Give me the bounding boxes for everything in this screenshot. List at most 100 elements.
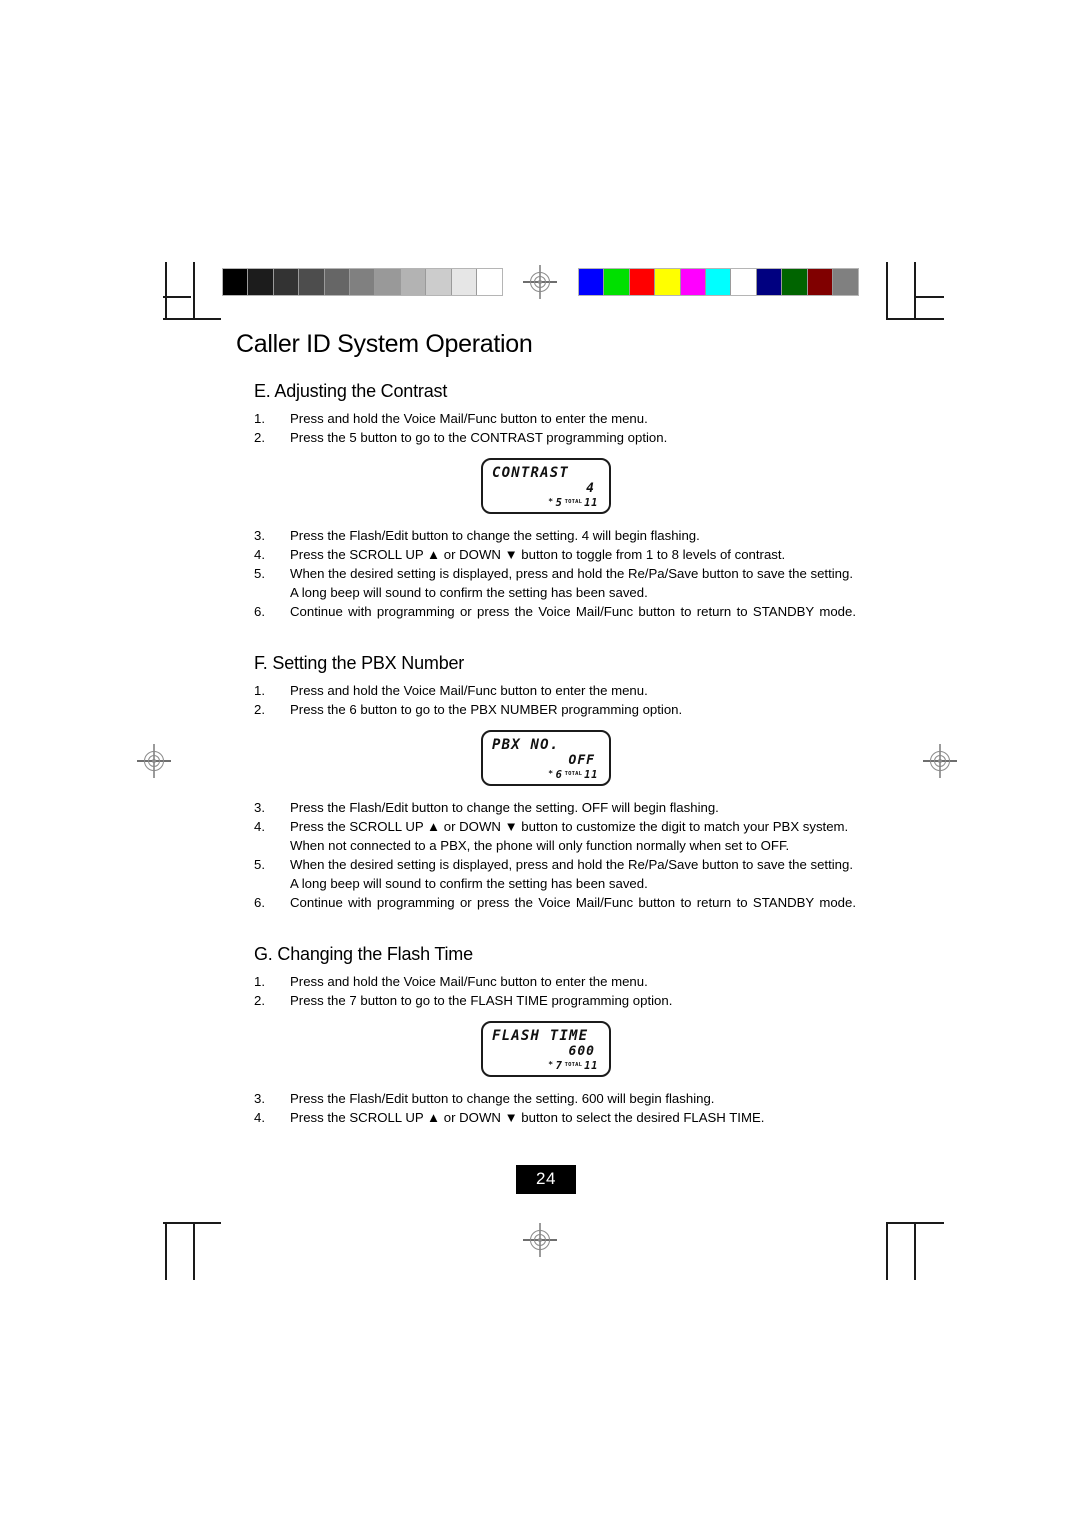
lcd-illustration-wrapper: FLASH TIME 600 * 7 TOTAL 11 xyxy=(236,1021,856,1077)
step-text: Press the Flash/Edit button to change th… xyxy=(290,528,700,543)
lcd-total-label: TOTAL xyxy=(564,771,583,777)
step-item: 4. Press the SCROLL UP ▲ or DOWN ▼ button… xyxy=(254,545,856,564)
grayscale-step-wedge xyxy=(222,268,504,296)
page-footer: 24 xyxy=(236,1165,856,1194)
step-number: 6. xyxy=(254,604,265,619)
section-heading: G. Changing the Flash Time xyxy=(254,944,473,964)
color-swatch-5 xyxy=(705,269,732,295)
registration-target-left-center xyxy=(137,744,171,778)
step-number: 2. xyxy=(254,430,265,445)
step-number: 5. xyxy=(254,857,265,872)
lcd-total-label: TOTAL xyxy=(564,499,583,505)
grayscale-swatch-10 xyxy=(476,269,503,295)
lcd-line-index: * 7 TOTAL 11 xyxy=(548,1058,598,1072)
sections-container: E. Adjusting the Contrast 1. Press and hol… xyxy=(236,381,856,1127)
step-text: Press the SCROLL UP ▲ or DOWN ▼ button t… xyxy=(290,819,849,853)
step-list: 3. Press the Flash/Edit button to change … xyxy=(254,1089,856,1127)
step-item: 2. Press the 5 button to go to the CONTRA… xyxy=(254,428,856,447)
step-number: 3. xyxy=(254,1091,265,1106)
grayscale-swatch-8 xyxy=(426,269,452,295)
lcd-line-primary: CONTRAST xyxy=(492,465,570,481)
grayscale-swatch-4 xyxy=(324,269,350,295)
step-text: Continue with programming or press the V… xyxy=(290,604,856,619)
page-content: Caller ID System Operation E. Adjusting … xyxy=(236,330,856,1194)
step-list: 1. Press and hold the Voice Mail/Func but… xyxy=(254,409,856,447)
step-item: 6. Continue with programming or press the… xyxy=(254,602,856,640)
step-number: 3. xyxy=(254,528,265,543)
step-number: 4. xyxy=(254,547,265,562)
grayscale-swatch-5 xyxy=(349,269,376,295)
color-swatch-7 xyxy=(756,269,783,295)
step-text: Press the SCROLL UP ▲ or DOWN ▼ button t… xyxy=(290,547,786,562)
step-text: Press the 6 button to go to the PBX NUMB… xyxy=(290,702,683,717)
lcd-total-label: TOTAL xyxy=(564,1062,583,1068)
page-title: Caller ID System Operation xyxy=(236,330,533,358)
lcd-line-value: OFF xyxy=(568,753,595,768)
step-number: 6. xyxy=(254,895,265,910)
step-number: 4. xyxy=(254,819,265,834)
step-list: 1. Press and hold the Voice Mail/Func but… xyxy=(254,681,856,719)
step-text: Press and hold the Voice Mail/Func butto… xyxy=(290,974,648,989)
section-heading: E. Adjusting the Contrast xyxy=(254,381,448,401)
grayscale-swatch-7 xyxy=(400,269,427,295)
color-swatch-0 xyxy=(579,269,605,295)
step-list: 1. Press and hold the Voice Mail/Func but… xyxy=(254,972,856,1010)
color-swatch-2 xyxy=(629,269,656,295)
lcd-line-value: 600 xyxy=(568,1044,595,1059)
step-number: 2. xyxy=(254,993,265,1008)
lcd-line-index: * 6 TOTAL 11 xyxy=(548,767,598,781)
step-number: 3. xyxy=(254,800,265,815)
color-swatch-10 xyxy=(832,269,859,295)
lcd-line-primary: PBX NO. xyxy=(492,737,560,753)
lcd-line-primary: FLASH TIME xyxy=(492,1028,589,1044)
manual-section: E. Adjusting the Contrast 1. Press and hol… xyxy=(236,381,856,640)
step-text: Press the 7 button to go to the FLASH TI… xyxy=(290,993,673,1008)
lcd-illustration-wrapper: CONTRAST 4 * 5 TOTAL 11 xyxy=(236,458,856,514)
step-text: Continue with programming or press the V… xyxy=(290,895,856,910)
registration-target-right-center xyxy=(923,744,957,778)
lcd-star-icon: * xyxy=(548,497,554,506)
step-list: 3. Press the Flash/Edit button to change … xyxy=(254,526,856,640)
step-item: 1. Press and hold the Voice Mail/Func but… xyxy=(254,972,856,991)
lcd-index-number: 7 xyxy=(555,1060,563,1072)
step-number: 2. xyxy=(254,702,265,717)
grayscale-swatch-2 xyxy=(273,269,300,295)
step-text: Press the Flash/Edit button to change th… xyxy=(290,800,719,815)
step-item: 1. Press and hold the Voice Mail/Func but… xyxy=(254,681,856,700)
step-item: 4. Press the SCROLL UP ▲ or DOWN ▼ button… xyxy=(254,817,856,855)
step-item: 6. Continue with programming or press the… xyxy=(254,893,856,931)
registration-target-top-center xyxy=(523,265,557,299)
lcd-total-value: 11 xyxy=(584,1060,598,1072)
step-item: 2. Press the 6 button to go to the PBX NU… xyxy=(254,700,856,719)
step-number: 1. xyxy=(254,974,265,989)
step-item: 3. Press the Flash/Edit button to change … xyxy=(254,526,856,545)
section-heading: F. Setting the PBX Number xyxy=(254,653,465,673)
color-swatch-6 xyxy=(731,269,757,295)
step-number: 4. xyxy=(254,1110,265,1125)
step-number: 1. xyxy=(254,683,265,698)
step-text: Press and hold the Voice Mail/Func butto… xyxy=(290,683,648,698)
lcd-index-number: 6 xyxy=(555,769,563,781)
step-item: 5. When the desired setting is displayed,… xyxy=(254,855,856,893)
lcd-star-icon: * xyxy=(548,1060,554,1069)
step-item: 2. Press the 7 button to go to the FLASH … xyxy=(254,991,856,1010)
step-text: Press the Flash/Edit button to change th… xyxy=(290,1091,715,1106)
step-item: 3. Press the Flash/Edit button to change … xyxy=(254,1089,856,1108)
grayscale-swatch-3 xyxy=(299,269,325,295)
lcd-illustration-wrapper: PBX NO. OFF * 6 TOTAL 11 xyxy=(236,730,856,786)
step-text: When the desired setting is displayed, p… xyxy=(290,857,854,891)
lcd-line-value: 4 xyxy=(586,481,595,496)
step-text: Press the SCROLL UP ▲ or DOWN ▼ button t… xyxy=(290,1110,765,1125)
step-list: 3. Press the Flash/Edit button to change … xyxy=(254,798,856,931)
grayscale-swatch-6 xyxy=(375,269,401,295)
step-item: 3. Press the Flash/Edit button to change … xyxy=(254,798,856,817)
step-item: 5. When the desired setting is displayed,… xyxy=(254,564,856,602)
grayscale-swatch-9 xyxy=(451,269,477,295)
step-number: 5. xyxy=(254,566,265,581)
flash-time-lcd: FLASH TIME 600 * 7 TOTAL 11 xyxy=(481,1021,611,1077)
color-swatch-4 xyxy=(680,269,706,295)
manual-section: F. Setting the PBX Number 1. Press and hol… xyxy=(236,653,856,931)
grayscale-swatch-1 xyxy=(248,269,274,295)
page-number: 24 xyxy=(516,1165,576,1194)
pbx-number-lcd: PBX NO. OFF * 6 TOTAL 11 xyxy=(481,730,611,786)
